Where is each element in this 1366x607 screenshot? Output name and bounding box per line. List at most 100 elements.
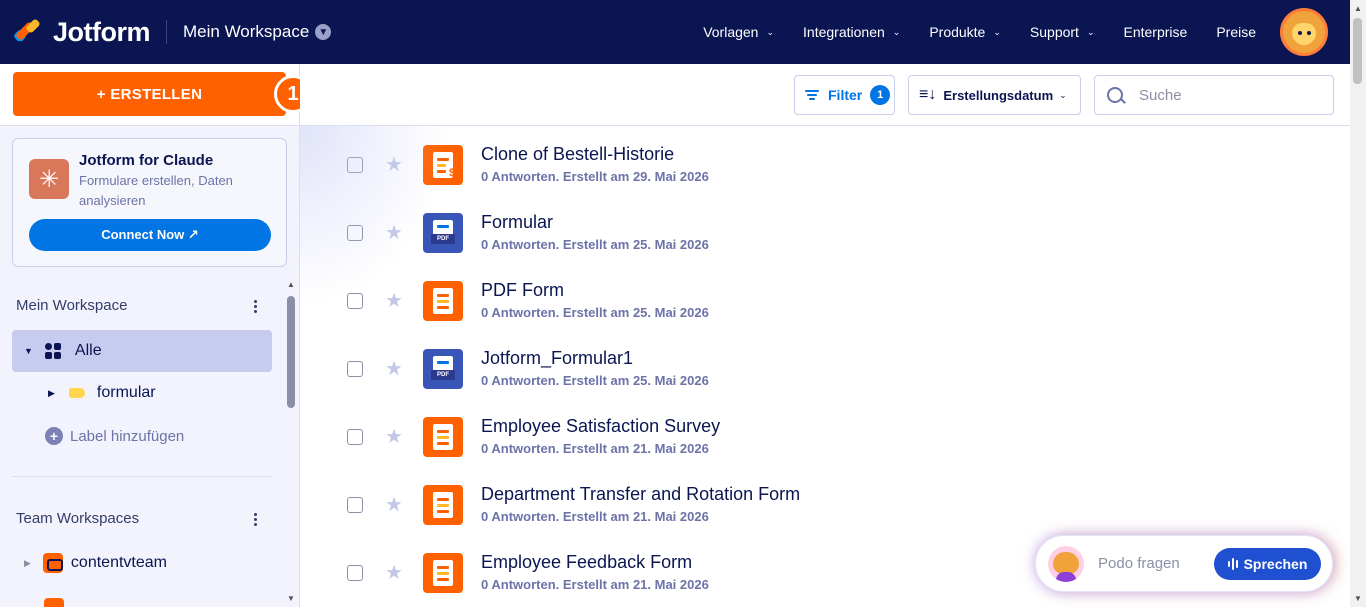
nav-templates[interactable]: Vorlagen ⌄: [703, 24, 774, 40]
brand-name: Jotform: [53, 16, 151, 47]
plus-circle-icon: +: [45, 427, 63, 445]
scroll-down-icon[interactable]: ▼: [1354, 594, 1362, 603]
search-input[interactable]: [1139, 86, 1319, 104]
sidebar-item-all[interactable]: ▼ Alle: [12, 330, 272, 372]
jotform-logo[interactable]: Jotform: [12, 16, 151, 48]
promo-description: Formulare erstellen, Daten analysieren: [79, 173, 233, 208]
form-meta: 0 Antworten. Erstellt am 29. Mai 2026: [481, 169, 709, 184]
scroll-down-icon[interactable]: ▼: [287, 594, 295, 603]
workspace-name: Mein Workspace: [183, 22, 310, 41]
form-title[interactable]: Formular: [481, 212, 553, 233]
star-icon[interactable]: ★: [385, 152, 403, 177]
search-box[interactable]: [1094, 75, 1334, 115]
sidebar-scrollbar[interactable]: ▲ ▼: [286, 276, 296, 607]
sort-icon: ≡↓: [919, 86, 937, 103]
nav-integrations[interactable]: Integrationen ⌄: [803, 24, 900, 40]
filter-label: Filter: [828, 87, 863, 103]
top-navigation-bar: Jotform Mein Workspace ▼ Vorlagen ⌄ Inte…: [0, 0, 1350, 64]
page-scrollbar[interactable]: ▲ ▼: [1350, 0, 1366, 607]
select-checkbox[interactable]: [347, 565, 363, 581]
team-icon: [44, 598, 64, 607]
chevron-down-icon: ⌄: [1086, 26, 1095, 37]
main-nav: Vorlagen ⌄ Integrationen ⌄ Produkte ⌄ Su…: [674, 0, 1350, 64]
podo-mascot-icon: [1048, 545, 1084, 582]
list-item[interactable]: ★ PDF Formular 0 Antworten. Erstellt am …: [300, 204, 1350, 272]
form-payment-icon: $: [423, 145, 463, 185]
caret-right-icon[interactable]: ▶: [48, 388, 55, 399]
chevron-down-icon: ⌄: [766, 26, 775, 37]
form-title[interactable]: Employee Feedback Form: [481, 552, 692, 573]
sidebar-item-label: Alle: [74, 342, 102, 359]
list-item[interactable]: ★ PDF Form 0 Antworten. Erstellt am 25. …: [300, 272, 1350, 340]
speak-label: Sprechen: [1243, 556, 1308, 572]
filter-count-badge: 1: [870, 85, 891, 105]
sidebar-item-label: contentvteam: [70, 554, 167, 571]
list-item[interactable]: ★ Employee Satisfaction Survey 0 Antwort…: [300, 408, 1350, 476]
scroll-up-icon[interactable]: ▲: [287, 280, 295, 289]
claude-sparkle-icon: ✳: [29, 159, 69, 199]
podo-assistant-widget[interactable]: Podo fragen Sprechen: [1035, 535, 1333, 592]
sidebar: + ERSTELLEN 1 ✳ Jotform for Claude Formu…: [0, 64, 312, 607]
podo-ask-placeholder[interactable]: Podo fragen: [1098, 555, 1180, 572]
nav-enterprise[interactable]: Enterprise: [1124, 24, 1188, 40]
create-button[interactable]: + ERSTELLEN: [13, 72, 286, 116]
star-icon[interactable]: ★: [385, 220, 403, 245]
form-title[interactable]: Jotform_Formular1: [481, 348, 633, 369]
form-title[interactable]: Department Transfer and Rotation Form: [481, 484, 800, 505]
star-icon[interactable]: ★: [385, 424, 403, 449]
filter-icon: [805, 88, 819, 102]
scroll-up-icon[interactable]: ▲: [1354, 4, 1362, 13]
add-label-button[interactable]: + Label hinzufügen: [45, 427, 184, 445]
nav-label: Support: [1029, 24, 1079, 40]
select-checkbox[interactable]: [347, 361, 363, 377]
sidebar-item-label: formular: [96, 384, 156, 401]
star-icon[interactable]: ★: [385, 356, 403, 381]
list-item[interactable]: ★ $ Clone of Bestell-Historie 0 Antworte…: [300, 136, 1350, 204]
connect-now-button[interactable]: Connect Now ↗: [29, 219, 271, 251]
nav-support[interactable]: Support ⌄: [1030, 24, 1095, 40]
user-avatar[interactable]: [1280, 8, 1328, 56]
scrollbar-thumb[interactable]: [1353, 18, 1362, 84]
form-title[interactable]: Employee Satisfaction Survey: [481, 416, 720, 437]
select-checkbox[interactable]: [347, 429, 363, 445]
nav-label: Vorlagen: [703, 24, 759, 40]
select-checkbox[interactable]: [347, 225, 363, 241]
form-icon: [423, 553, 463, 593]
select-checkbox[interactable]: [347, 157, 363, 173]
star-icon[interactable]: ★: [385, 492, 403, 517]
sidebar-divider: [12, 476, 272, 477]
speak-button[interactable]: Sprechen: [1214, 548, 1321, 580]
team-more-icon[interactable]: [250, 511, 260, 528]
team-workspaces-title: Team Workspaces: [16, 510, 140, 527]
nav-label: Preise: [1216, 24, 1256, 40]
select-checkbox[interactable]: [347, 293, 363, 309]
nav-label: Produkte: [929, 24, 986, 40]
caret-right-icon[interactable]: ▶: [24, 558, 31, 569]
form-title[interactable]: PDF Form: [481, 280, 564, 301]
list-item[interactable]: ★ PDF Jotform_Formular1 0 Antworten. Ers…: [300, 340, 1350, 408]
chevron-down-icon: ⌄: [993, 26, 1001, 37]
list-item[interactable]: ★ Department Transfer and Rotation Form …: [300, 476, 1350, 544]
sidebar-item-team[interactable]: ▶ contentvteam: [24, 553, 167, 573]
chevron-down-icon: ⌄: [1059, 89, 1067, 100]
form-meta: 0 Antworten. Erstellt am 25. Mai 2026: [481, 237, 709, 252]
workspace-switcher[interactable]: Mein Workspace ▼: [183, 22, 332, 42]
star-icon[interactable]: ★: [385, 288, 403, 313]
sidebar-item-formular[interactable]: ▶ formular: [48, 384, 156, 402]
form-meta: 0 Antworten. Erstellt am 21. Mai 2026: [481, 509, 709, 524]
scrollbar-thumb[interactable]: [287, 296, 295, 408]
chevron-down-icon: ▼: [315, 24, 332, 40]
workspace-more-icon[interactable]: [250, 298, 260, 315]
form-title[interactable]: Clone of Bestell-Historie: [481, 144, 674, 165]
sort-dropdown[interactable]: ≡↓ Erstellungsdatum ⌄: [908, 75, 1081, 115]
team-icon: [42, 553, 63, 573]
form-meta: 0 Antworten. Erstellt am 21. Mai 2026: [481, 441, 709, 456]
form-icon: [423, 281, 463, 321]
filter-button[interactable]: Filter 1: [794, 75, 895, 115]
nav-pricing[interactable]: Preise: [1216, 24, 1256, 40]
star-icon[interactable]: ★: [385, 560, 403, 585]
caret-down-icon[interactable]: ▼: [24, 346, 33, 356]
form-meta: 0 Antworten. Erstellt am 25. Mai 2026: [481, 373, 709, 388]
select-checkbox[interactable]: [347, 497, 363, 513]
nav-products[interactable]: Produkte ⌄: [929, 24, 1001, 40]
